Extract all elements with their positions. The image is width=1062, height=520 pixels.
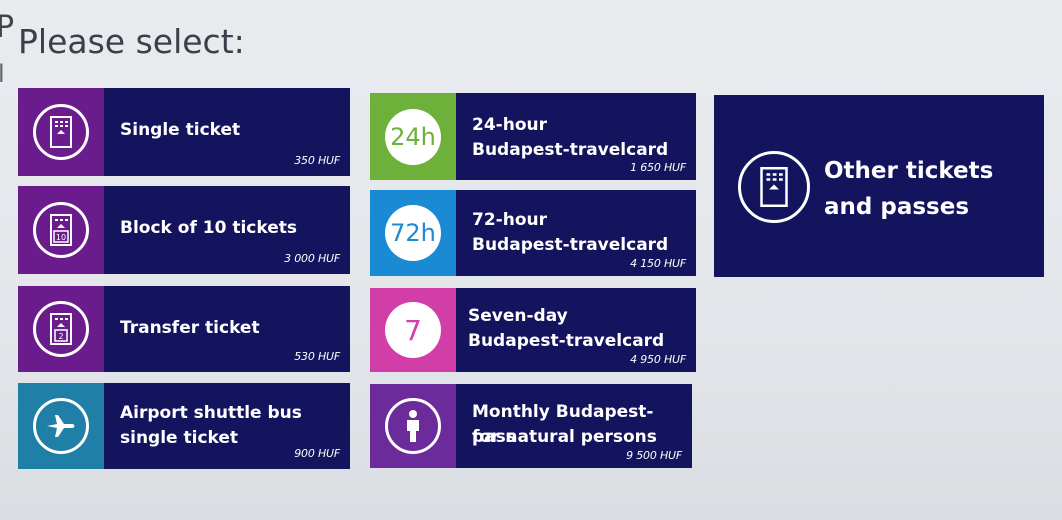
svg-text:10: 10 (56, 233, 66, 242)
travelcard-name-line2: Budapest-travelcard (472, 235, 669, 255)
single-ticket-button[interactable]: Single ticket 350 HUF (18, 88, 350, 176)
travelcard-24h-button[interactable]: 24h 24-hour Budapest-travelcard 1 650 HU… (370, 93, 696, 180)
transfer-ticket-button[interactable]: 2 Transfer ticket 530 HUF (18, 286, 350, 372)
other-tickets-button[interactable]: Other tickets and passes (714, 95, 1044, 277)
pass-name-line2: for natural persons (472, 427, 657, 447)
ticket-name: Transfer ticket (120, 318, 260, 338)
ticket-price: 350 HUF (294, 154, 340, 167)
background-ghost-text: P (0, 10, 15, 45)
ticket-10-icon: 10 (33, 202, 89, 258)
travelcard-seven-day-button[interactable]: 7 Seven-day Budapest-travelcard 4 950 HU… (370, 288, 696, 372)
travelcard-72h-button[interactable]: 72h 72-hour Budapest-travelcard 4 150 HU… (370, 190, 696, 276)
transfer-ticket-icon: 2 (33, 301, 89, 357)
ticket-price: 3 000 HUF (284, 252, 340, 265)
ticket-name: Single ticket (120, 120, 241, 140)
travelcard-price: 1 650 HUF (630, 161, 686, 174)
travelcard-name-line2: Budapest-travelcard (472, 140, 669, 160)
ticket-icon (33, 104, 89, 160)
travelcard-name-line1: 24-hour (472, 115, 547, 135)
other-tickets-line1: Other tickets (824, 158, 994, 184)
ticket-price: 900 HUF (294, 447, 340, 460)
ticket-name: Block of 10 tickets (120, 218, 297, 238)
block-of-10-tickets-button[interactable]: 10 Block of 10 tickets 3 000 HUF (18, 186, 350, 274)
airport-shuttle-ticket-button[interactable]: Airport shuttle bus single ticket 900 HU… (18, 383, 350, 469)
ticket-icon (738, 151, 810, 223)
badge-24h: 24h (385, 108, 441, 165)
badge-72h: 72h (385, 205, 441, 261)
background-ghost-text-2: l (0, 60, 5, 88)
other-tickets-line2: and passes (824, 194, 970, 220)
monthly-pass-button[interactable]: Monthly Budapest-pass for natural person… (370, 384, 692, 468)
travelcard-name-line1: Seven-day (468, 306, 568, 326)
pass-price: 9 500 HUF (626, 449, 682, 462)
person-icon (385, 398, 441, 454)
ticket-name-line2: single ticket (120, 428, 239, 448)
airplane-icon (33, 398, 89, 454)
svg-text:2: 2 (58, 332, 63, 341)
travelcard-price: 4 950 HUF (630, 353, 686, 366)
travelcard-price: 4 150 HUF (630, 257, 686, 270)
travelcard-name-line1: 72-hour (472, 210, 547, 230)
ticket-price: 530 HUF (294, 350, 340, 363)
badge-7: 7 (385, 302, 441, 358)
ticket-name-line1: Airport shuttle bus (120, 403, 302, 423)
page-title: Please select: (18, 22, 245, 61)
travelcard-name-line2: Budapest-travelcard (468, 331, 665, 351)
other-tickets-label: Other tickets and passes (824, 153, 993, 225)
